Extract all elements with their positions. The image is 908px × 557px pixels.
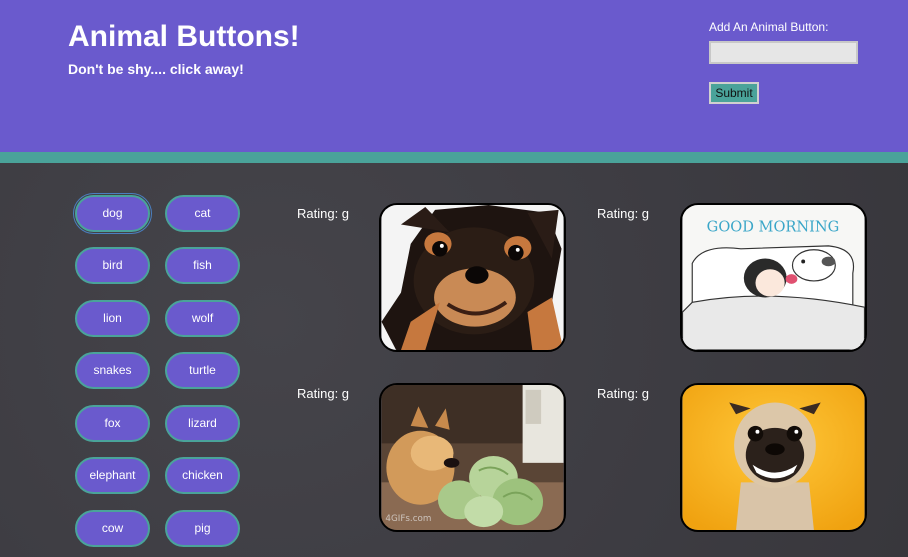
animal-button-fox[interactable]: fox [75,405,150,442]
gif-rating: Rating: g [297,386,350,401]
animal-button-cow[interactable]: cow [75,510,150,547]
gif-image-chihuahua[interactable] [379,203,566,352]
gif-image-pug[interactable] [680,383,867,532]
main-content: dog cat bird fish lion wolf snakes turtl… [0,163,908,557]
gif-rating: Rating: g [597,206,650,221]
gif-watermark: 4GIFs.com [385,514,431,524]
add-animal-input[interactable] [709,41,858,64]
animal-button-lizard[interactable]: lizard [165,405,240,442]
animal-button-elephant[interactable]: elephant [75,457,150,494]
animal-button-wolf[interactable]: wolf [165,300,240,337]
svg-text:©: © [860,342,864,347]
page-subtitle: Don't be shy.... click away! [68,61,244,77]
submit-button[interactable]: Submit [709,82,759,104]
page-header: Animal Buttons! Don't be shy.... click a… [0,0,908,152]
gif-rating: Rating: g [597,386,650,401]
animal-button-dog[interactable]: dog [73,193,152,234]
animal-button-snakes[interactable]: snakes [75,352,150,389]
gif-image-good-morning[interactable]: GOOD MORNING © [680,203,867,352]
header-divider [0,152,908,163]
animal-button-lion[interactable]: lion [75,300,150,337]
animal-button-cat[interactable]: cat [165,195,240,232]
gif-caption: GOOD MORNING [707,218,840,235]
gif-image-dog-cabbages[interactable]: 4GIFs.com [379,383,566,532]
gif-rating: Rating: g [297,206,350,221]
animal-button-bird[interactable]: bird [75,247,150,284]
animal-button-pig[interactable]: pig [165,510,240,547]
animal-button-chicken[interactable]: chicken [165,457,240,494]
animal-button-fish[interactable]: fish [165,247,240,284]
page-title: Animal Buttons! [68,20,300,53]
animal-button-turtle[interactable]: turtle [165,352,240,389]
add-animal-label: Add An Animal Button: [709,20,829,34]
